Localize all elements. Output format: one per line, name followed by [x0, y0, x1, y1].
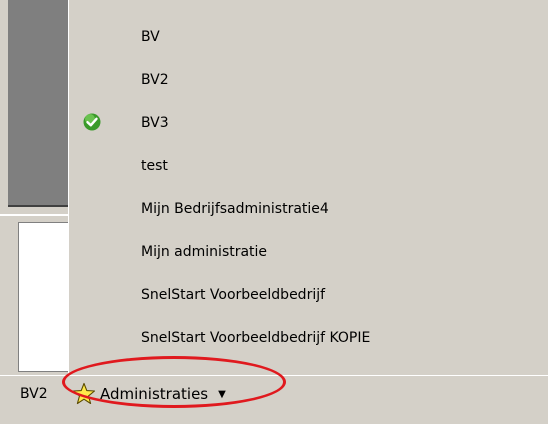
menu-item-bedrijfsadministratie4[interactable]: Mijn Bedrijfsadministratie4: [69, 194, 548, 224]
administraties-button[interactable]: Administraties ▼: [72, 380, 226, 408]
menu-item-label: SnelStart Voorbeeldbedrijf: [141, 287, 326, 303]
menu-item-label: SnelStart Voorbeeldbedrijf KOPIE: [141, 330, 371, 346]
status-bar: BV2 Administraties ▼: [0, 375, 548, 424]
checkmark-icon: [83, 113, 101, 131]
menu-item-snelstart-voorbeeldbedrijf-kopie[interactable]: SnelStart Voorbeeldbedrijf KOPIE: [69, 323, 548, 353]
menu-item-label: Mijn administratie: [141, 244, 268, 260]
chevron-down-icon: ▼: [218, 388, 226, 400]
menu-item-label: Mijn Bedrijfsadministratie4: [141, 201, 329, 217]
menu-item-mijn-administratie[interactable]: Mijn administratie: [69, 237, 548, 267]
administraties-button-label: Administraties: [100, 385, 209, 403]
menu-item-label: BV3: [141, 115, 169, 131]
menu-item-test[interactable]: test: [69, 151, 548, 181]
menu-item-bv2[interactable]: BV2: [69, 65, 548, 95]
menu-item-label: BV2: [141, 72, 169, 88]
menu-item-bv3[interactable]: BV3: [69, 108, 548, 138]
menu-item-snelstart-voorbeeldbedrijf[interactable]: SnelStart Voorbeeldbedrijf: [69, 280, 548, 310]
administraties-dropdown-menu: BV BV2 BV3 test Mijn Bedrijfsadministrat…: [68, 0, 548, 375]
menu-item-label: BV: [141, 29, 160, 45]
current-administration-label: BV2: [20, 386, 48, 402]
star-icon: [72, 382, 96, 406]
menu-item-bv[interactable]: BV: [69, 22, 548, 52]
menu-item-label: test: [141, 158, 168, 174]
